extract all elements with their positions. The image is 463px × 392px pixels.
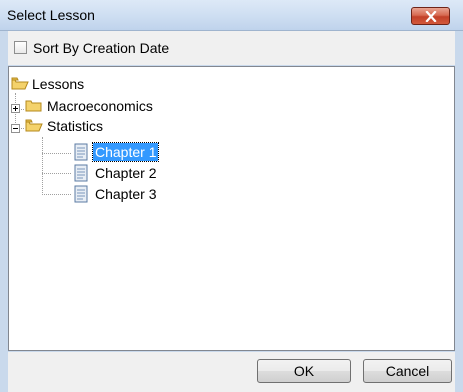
folder-open-icon <box>11 77 29 90</box>
expand-macroeconomics-toggle[interactable] <box>11 104 20 113</box>
select-lesson-dialog: Select Lesson Sort By Creation Date Less… <box>0 0 463 392</box>
close-icon <box>425 11 437 22</box>
options-bar: Sort By Creation Date <box>8 31 455 65</box>
tree-line <box>42 153 71 154</box>
dialog-footer: OK Cancel <box>8 352 455 392</box>
collapse-statistics-toggle[interactable] <box>11 124 20 133</box>
title-bar[interactable]: Select Lesson <box>0 0 463 31</box>
tree-line <box>42 137 43 195</box>
close-button[interactable] <box>411 7 450 25</box>
folder-open-icon <box>25 119 43 132</box>
tree-line <box>42 173 71 174</box>
dialog-title: Select Lesson <box>7 7 95 23</box>
ok-button[interactable]: OK <box>257 359 351 383</box>
tree-label-chapter-3: Chapter 3 <box>95 186 157 202</box>
tree-label-chapter-2: Chapter 2 <box>95 165 157 181</box>
document-icon <box>74 143 88 161</box>
tree-label-statistics: Statistics <box>47 118 104 134</box>
tree-line <box>42 194 71 195</box>
lesson-tree[interactable]: Lessons Macroeconomics Statistics Chapte… <box>8 66 455 351</box>
folder-closed-icon <box>25 100 42 112</box>
tree-label-macroeconomics: Macroeconomics <box>47 98 153 114</box>
tree-label-lessons: Lessons <box>32 76 85 92</box>
sort-by-date-checkbox[interactable] <box>14 41 27 54</box>
document-icon <box>74 185 88 203</box>
document-icon <box>74 164 88 182</box>
tree-label-chapter-1: Chapter 1 <box>91 142 160 162</box>
sort-by-date-label[interactable]: Sort By Creation Date <box>33 40 169 56</box>
cancel-button[interactable]: Cancel <box>363 359 452 383</box>
